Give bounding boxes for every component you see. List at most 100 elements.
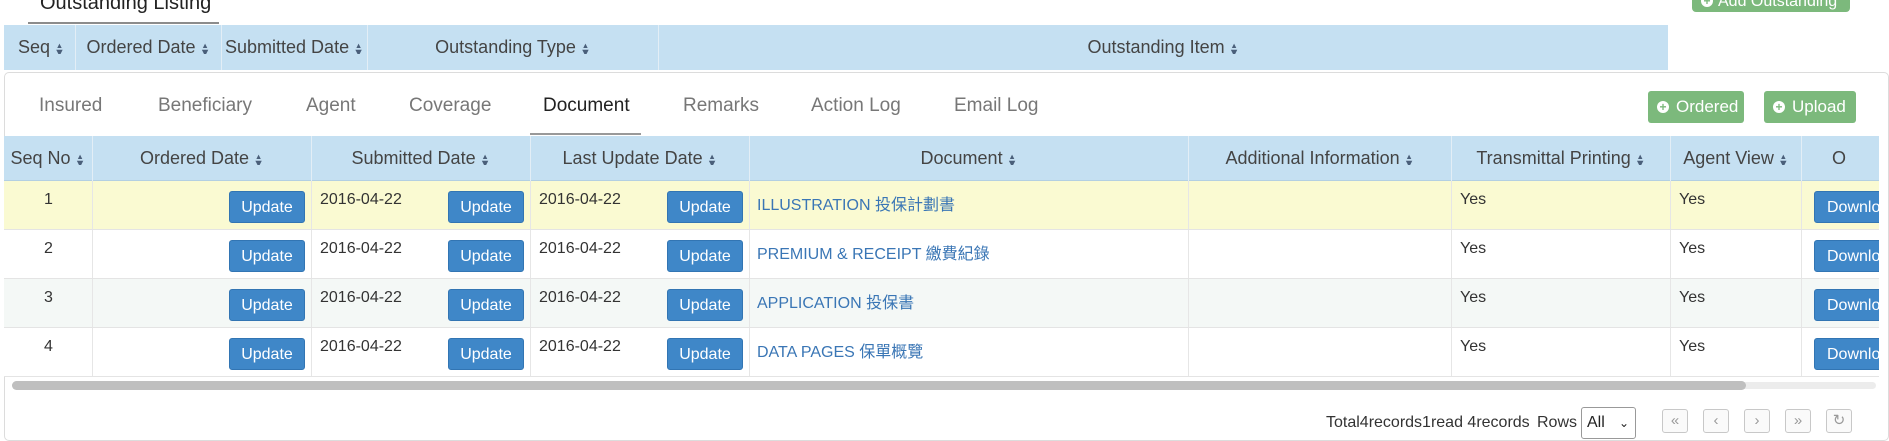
download-button[interactable]: Download [1814, 191, 1879, 223]
horizontal-scrollbar-thumb[interactable] [12, 381, 1746, 390]
add-outstanding-button[interactable]: + Add Outstanding [1692, 0, 1850, 12]
col-seq-no[interactable]: Seq No ▲ ▼ [4, 136, 93, 181]
agent-view-cell: Yes [1671, 328, 1802, 376]
agent-view-cell: Yes [1671, 230, 1802, 278]
plus-circle-icon: + [1773, 101, 1785, 113]
col-agent-view[interactable]: Agent View ▲ ▼ [1671, 136, 1802, 181]
agent-view-cell: Yes [1671, 181, 1802, 229]
tab-action-log[interactable]: Action Log [811, 95, 901, 117]
document-cell: DATA PAGES 保單概覽 [750, 328, 1189, 376]
sort-icon: ▲ ▼ [706, 153, 718, 166]
col-outstanding-item[interactable]: Outstanding Item ▲ ▼ [659, 25, 1668, 70]
col-last-update-date[interactable]: Last Update Date ▲ ▼ [531, 136, 750, 181]
ordered-label: Ordered [1676, 97, 1739, 116]
additional-information-cell [1189, 279, 1452, 327]
table-row[interactable]: 2 Update 2016-04-22 Update 2016-04-22 Upda… [4, 230, 1879, 279]
last-page-icon[interactable]: » [1785, 409, 1811, 433]
table-row[interactable]: 3 Update 2016-04-22 Update 2016-04-22 Upda… [4, 279, 1879, 328]
refresh-icon[interactable]: ↻ [1826, 409, 1852, 433]
chevron-down-icon: ⌄ [1618, 416, 1629, 430]
col-ordered-date[interactable]: Ordered Date ▲ ▼ [93, 136, 312, 181]
col-seq[interactable]: Seq ▲ ▼ [4, 25, 76, 70]
update-button[interactable]: Update [448, 191, 524, 223]
col-submitted-date[interactable]: Submitted Date ▲ ▼ [222, 25, 368, 70]
title-underline [28, 22, 219, 24]
rows-per-page-value: All [1587, 414, 1605, 431]
download-button[interactable]: Download [1814, 289, 1879, 321]
ordered-button[interactable]: + Ordered [1648, 91, 1744, 123]
download-button[interactable]: Download [1814, 240, 1879, 272]
seq-value: 2 [44, 240, 53, 257]
submitted-date-cell: 2016-04-22 Update [312, 181, 531, 229]
col-last-update-date-label: Last Update Date [562, 148, 703, 168]
tab-agent[interactable]: Agent [306, 95, 356, 117]
update-button[interactable]: Update [448, 240, 524, 272]
transmittal-printing-cell: Yes [1452, 230, 1671, 278]
document-link[interactable]: ILLUSTRATION 投保計劃書 [757, 191, 955, 215]
tab-insured[interactable]: Insured [39, 95, 102, 117]
document-link[interactable]: DATA PAGES 保單概覽 [757, 338, 923, 362]
document-cell: ILLUSTRATION 投保計劃書 [750, 181, 1189, 229]
last-update-date-value: 2016-04-22 [539, 240, 621, 257]
download-button[interactable]: Download [1814, 338, 1879, 370]
sort-icon: ▲ ▼ [253, 153, 264, 166]
tab-document[interactable]: Document [543, 95, 630, 117]
document-link[interactable]: APPLICATION 投保書 [757, 289, 914, 313]
agent-view-value: Yes [1679, 240, 1706, 257]
transmittal-printing-cell: Yes [1452, 181, 1671, 229]
submitted-date-value: 2016-04-22 [320, 191, 402, 208]
ordered-date-cell: Update [93, 181, 312, 229]
upload-button[interactable]: + Upload [1764, 91, 1856, 123]
operation-cell: Download [1802, 181, 1879, 229]
update-button[interactable]: Update [448, 338, 524, 370]
document-link[interactable]: PREMIUM & RECEIPT 繳費紀錄 [757, 240, 990, 264]
update-button[interactable]: Update [448, 289, 524, 321]
upload-label: Upload [1792, 97, 1846, 116]
col-seq-no-label: Seq No [10, 148, 71, 168]
update-button[interactable]: Update [667, 240, 743, 272]
col-additional-information[interactable]: Additional Information ▲ ▼ [1189, 136, 1452, 181]
col-outstanding-type[interactable]: Outstanding Type ▲ ▼ [368, 25, 659, 70]
seq-value: 4 [44, 338, 53, 355]
tab-remarks[interactable]: Remarks [683, 95, 759, 117]
col-document[interactable]: Document ▲ ▼ [750, 136, 1189, 181]
records-summary: Total4records1read 4records [1326, 414, 1530, 431]
table-row[interactable]: 1 Update 2016-04-22 Update 2016-04-22 Upda… [4, 181, 1879, 230]
update-button[interactable]: Update [667, 191, 743, 223]
tab-coverage[interactable]: Coverage [409, 95, 491, 117]
update-button[interactable]: Update [229, 191, 305, 223]
outstanding-table-header: Seq ▲ ▼ Ordered Date ▲ ▼ Submitted Date ▲ ▼ Ou… [4, 25, 1668, 70]
previous-page-icon[interactable]: ‹ [1703, 409, 1729, 433]
additional-information-cell [1189, 181, 1452, 229]
col-submitted-date[interactable]: Submitted Date ▲ ▼ [312, 136, 531, 181]
rows-label: Rows [1537, 414, 1578, 431]
seq-cell: 2 [4, 230, 93, 278]
col-transmittal-printing[interactable]: Transmittal Printing ▲ ▼ [1452, 136, 1671, 181]
agent-view-value: Yes [1679, 289, 1706, 306]
tab-beneficiary[interactable]: Beneficiary [158, 95, 252, 117]
sort-icon: ▲ ▼ [1403, 153, 1415, 166]
update-button[interactable]: Update [229, 289, 305, 321]
next-page-icon[interactable]: › [1744, 409, 1770, 433]
table-row[interactable]: 4 Update 2016-04-22 Update 2016-04-22 Upda… [4, 328, 1879, 377]
col-ordered-date[interactable]: Ordered Date ▲ ▼ [76, 25, 222, 70]
agent-view-value: Yes [1679, 191, 1706, 208]
col-outstanding-type-label: Outstanding Type [435, 37, 576, 57]
update-button[interactable]: Update [229, 338, 305, 370]
col-operation[interactable]: O [1802, 136, 1879, 181]
rows-per-page-select[interactable]: All ⌄ [1581, 407, 1636, 439]
submitted-date-cell: 2016-04-22 Update [312, 279, 531, 327]
first-page-icon[interactable]: « [1662, 409, 1688, 433]
last-update-date-value: 2016-04-22 [539, 191, 621, 208]
sort-icon: ▲ ▼ [74, 153, 86, 166]
additional-information-cell [1189, 230, 1452, 278]
transmittal-value: Yes [1460, 191, 1487, 208]
col-submitted-date-label: Submitted Date [225, 37, 350, 57]
operation-cell: Download [1802, 328, 1879, 376]
update-button[interactable]: Update [667, 289, 743, 321]
last-update-date-value: 2016-04-22 [539, 338, 621, 355]
update-button[interactable]: Update [667, 338, 743, 370]
tab-email-log[interactable]: Email Log [954, 95, 1039, 117]
update-button[interactable]: Update [229, 240, 305, 272]
last-update-date-cell: 2016-04-22 Update [531, 279, 750, 327]
